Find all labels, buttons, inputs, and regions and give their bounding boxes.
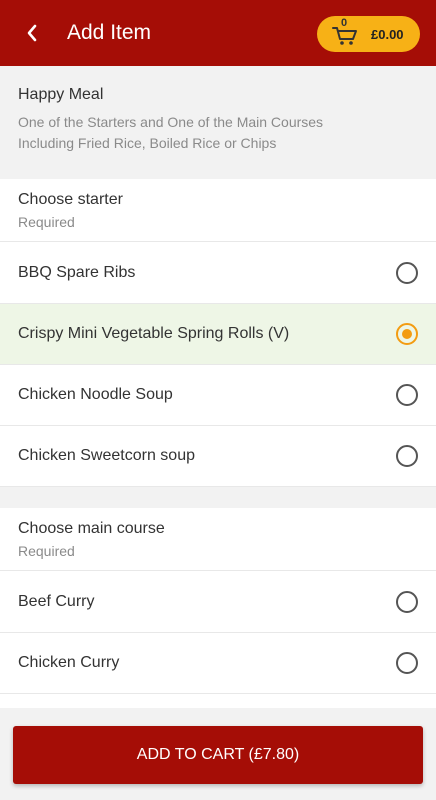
option-label: Chicken Sweetcorn soup — [18, 447, 195, 464]
cart-icon: 0 — [332, 17, 358, 46]
radio-button[interactable] — [396, 445, 418, 467]
section-subtitle: Required — [18, 543, 75, 559]
starter-option[interactable]: Chicken Sweetcorn soup — [0, 426, 436, 487]
section-divider — [0, 487, 436, 508]
meal-name: Happy Meal — [18, 86, 104, 103]
meal-description-line: Including Fried Rice, Boiled Rice or Chi… — [18, 135, 277, 151]
meal-description: One of the Starters and One of the Main … — [18, 112, 418, 154]
cart-count-badge: 0 — [341, 17, 348, 29]
radio-button[interactable] — [396, 591, 418, 613]
back-button[interactable] — [17, 18, 47, 48]
option-label: Beef Curry — [18, 593, 95, 610]
radio-button[interactable] — [396, 384, 418, 406]
meal-description-line: One of the Starters and One of the Main … — [18, 114, 324, 130]
option-label: Chicken Noodle Soup — [18, 386, 173, 403]
main-course-option[interactable]: Beef Curry — [0, 572, 436, 633]
radio-button[interactable] — [396, 262, 418, 284]
starter-section-header: Choose starter Required — [0, 179, 436, 242]
starter-option[interactable]: Chicken Noodle Soup — [0, 365, 436, 426]
page-title: Add Item — [67, 21, 152, 44]
option-label: BBQ Spare Ribs — [18, 264, 136, 281]
cart-button[interactable]: 0 £0.00 — [317, 16, 420, 52]
section-title: Choose main course — [18, 520, 165, 537]
add-to-cart-button[interactable]: ADD TO CART (£7.80) — [13, 726, 423, 784]
chevron-left-icon — [27, 24, 37, 42]
meal-info: Happy Meal One of the Starters and One o… — [0, 66, 436, 179]
starter-option[interactable]: BBQ Spare Ribs — [0, 243, 436, 304]
section-subtitle: Required — [18, 214, 75, 230]
radio-button[interactable] — [396, 323, 418, 345]
radio-selected-dot — [402, 329, 412, 339]
option-label: Chicken Curry — [18, 654, 120, 671]
app-header: Add Item 0 £0.00 — [0, 0, 436, 66]
section-title: Choose starter — [18, 191, 123, 208]
main-course-option[interactable]: Chicken Curry — [0, 633, 436, 694]
option-label: Crispy Mini Vegetable Spring Rolls (V) — [18, 325, 290, 342]
radio-button[interactable] — [396, 652, 418, 674]
main-course-section-header: Choose main course Required — [0, 508, 436, 571]
footer-bar: ADD TO CART (£7.80) — [0, 708, 436, 800]
cart-total: £0.00 — [371, 26, 404, 42]
starter-option[interactable]: Crispy Mini Vegetable Spring Rolls (V) — [0, 304, 436, 365]
